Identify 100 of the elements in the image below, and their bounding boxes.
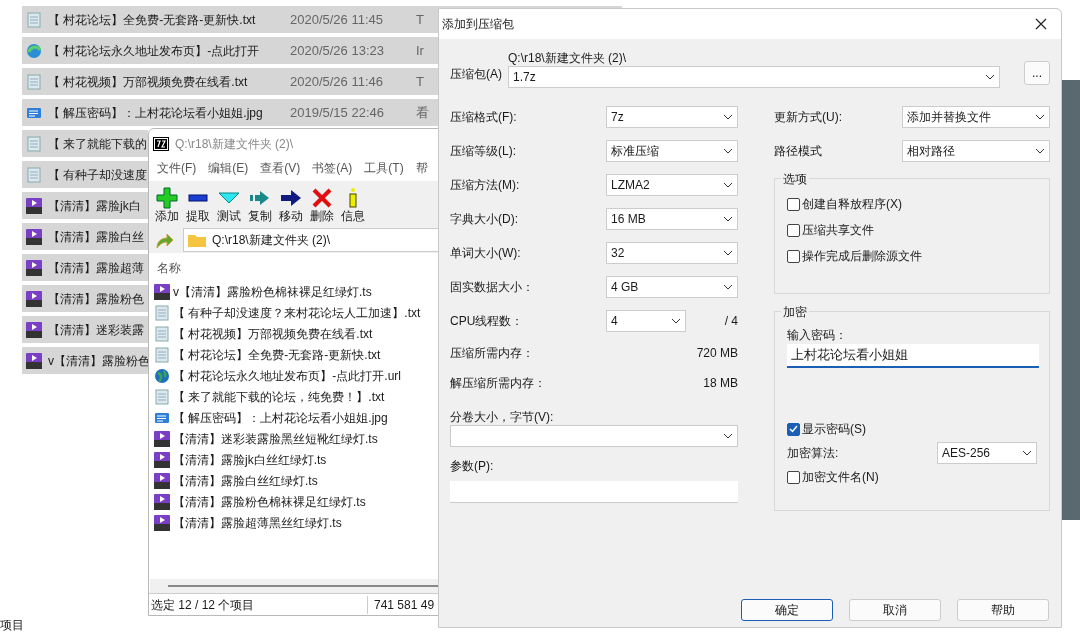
file-name: 【清清】露脸白丝红绿灯.ts [173, 472, 318, 490]
video-file-icon [26, 197, 42, 214]
toolbar-button[interactable]: 提取 [182, 187, 213, 223]
globe-icon [154, 367, 170, 384]
parameters-field[interactable] [450, 481, 738, 503]
dropdown[interactable]: 1.7z [508, 66, 1000, 88]
add-icon [155, 187, 178, 209]
checkbox[interactable]: 加密文件名(N) [787, 468, 1037, 486]
file-name: 【 村花论坛】全免费-无套路-更新快.txt [48, 11, 257, 29]
file-row[interactable]: 【清清】迷彩装露 [22, 316, 148, 343]
file-list-item[interactable]: 【清清】露脸超薄黑丝红绿灯.ts [149, 512, 447, 533]
file-list-item[interactable]: 【 村花视频】万部视频免费在线看.txt [149, 323, 447, 344]
browse-button[interactable]: ... [1024, 61, 1050, 85]
field-label: 更新方式(U): [774, 109, 842, 126]
video-file-icon [154, 493, 170, 510]
video-file-icon [154, 283, 170, 300]
file-name: 【清清】露脸jk白 [48, 197, 141, 215]
status-text: 项目 [0, 617, 24, 633]
file-date: 2019/5/15 22:46 [290, 103, 385, 122]
checkbox[interactable]: 显示密码(S) [787, 420, 1037, 438]
field-label: 参数(P): [450, 458, 495, 475]
group-title: 加密 [781, 303, 809, 321]
file-name: 【 村花论坛永久地址发布页】-点此打开 [48, 42, 261, 60]
dialog-button[interactable]: 取消 [849, 599, 941, 621]
file-row[interactable]: 【 来了就能下载的 [22, 130, 148, 157]
menu-item[interactable]: 文件(F) [157, 159, 197, 177]
address-text: Q:\r18\新建文件夹 (2)\ [212, 232, 330, 249]
file-list-item[interactable]: 【清清】迷彩装露脸黑丝短靴红绿灯.ts [149, 428, 447, 449]
dropdown[interactable]: LZMA2 [606, 174, 738, 196]
file-list-item[interactable]: 【 来了就能下载的论坛，纯免费！】.txt [149, 386, 447, 407]
toolbar-button[interactable]: 复制 [244, 187, 275, 223]
chevron-down-icon [723, 148, 733, 154]
toolbar-button[interactable]: 移动 [275, 187, 306, 223]
video-file-icon [154, 514, 170, 531]
file-name: 【 解压密码】：上村花论坛看小姐姐.jpg [48, 104, 264, 122]
file-row[interactable]: 【清清】露脸粉色 [22, 285, 148, 312]
file-list-item[interactable]: 【 村花论坛】全免费-无套路-更新快.txt [149, 344, 447, 365]
video-file-icon [26, 290, 42, 307]
delete-icon [310, 187, 333, 209]
password-field[interactable]: 上村花论坛看小姐姐 [787, 344, 1039, 368]
file-name: 【 村花论坛】全免费-无套路-更新快.txt [173, 346, 381, 364]
file-list-item[interactable]: 【 村花论坛永久地址发布页】-点此打开.url [149, 365, 447, 386]
video-file-icon [26, 259, 42, 276]
app-icon [153, 137, 169, 151]
file-list-item[interactable]: 【 解压密码】：上村花论坛看小姐姐.jpg [149, 407, 447, 428]
dropdown[interactable]: AES-256 [937, 442, 1037, 464]
file-list-item[interactable]: 【清清】露脸白丝红绿灯.ts [149, 470, 447, 491]
file-row[interactable]: 【清清】露脸超薄 [22, 254, 148, 281]
dropdown[interactable]: 7z [606, 106, 738, 128]
field-label: 压缩包(A) [450, 66, 502, 83]
dialog-button[interactable]: 确定 [741, 599, 833, 621]
dropdown[interactable] [450, 425, 738, 447]
chevron-down-icon [723, 284, 733, 290]
dropdown[interactable]: 32 [606, 242, 738, 264]
field-label: 加密算法: [787, 445, 839, 462]
file-row[interactable]: 【清清】露脸白丝 [22, 223, 148, 250]
text-file-icon [26, 135, 42, 152]
status-text: 选定 12 / 12 个项目 [150, 596, 256, 614]
menu-item[interactable]: 查看(V) [260, 159, 301, 177]
file-row[interactable]: 【清清】露脸jk白 [22, 192, 148, 219]
menu-item[interactable]: 工具(T) [364, 159, 404, 177]
dropdown[interactable]: 16 MB [606, 208, 738, 230]
checkbox[interactable]: 压缩共享文件 [787, 221, 1049, 239]
file-name: 【清清】露脸粉色棉袜裸足红绿灯.ts [173, 493, 366, 511]
file-name: 【清清】露脸粉色 [48, 290, 144, 308]
menu-item[interactable]: 编辑(E) [208, 159, 249, 177]
file-column: T [416, 71, 424, 92]
chevron-down-icon [1035, 114, 1045, 120]
checkbox[interactable]: 创建自释放程序(X) [787, 195, 1049, 213]
dialog-button[interactable]: 帮助 [957, 599, 1049, 621]
file-name: 【清清】露脸超薄黑丝红绿灯.ts [173, 514, 342, 532]
text-file-icon [26, 73, 42, 90]
checkbox[interactable]: 操作完成后删除源文件 [787, 247, 1049, 265]
video-file-icon [26, 352, 42, 369]
dropdown[interactable]: 标准压缩 [606, 140, 738, 162]
file-list-item[interactable]: 【 有种子却没速度？来村花论坛人工加速】.txt [149, 302, 447, 323]
file-name: 【 村花视频】万部视频免费在线看.txt [48, 73, 249, 91]
toolbar-button[interactable]: 信息 [337, 187, 368, 223]
file-date: 2020/5/26 11:45 [290, 10, 384, 29]
dropdown[interactable]: 相对路径 [902, 140, 1050, 162]
menu-item[interactable]: 书签(A) [312, 159, 353, 177]
dropdown[interactable]: 4 [606, 310, 686, 332]
dropdown[interactable]: 添加并替换文件 [902, 106, 1050, 128]
file-list-item[interactable]: 【清清】露脸粉色棉袜裸足红绿灯.ts [149, 491, 447, 512]
field-label: 压缩方法(M): [450, 177, 521, 194]
toolbar-button[interactable]: 删除 [306, 187, 337, 223]
file-list-item[interactable]: v【清清】露脸粉色棉袜裸足红绿灯.ts [149, 281, 447, 302]
dropdown[interactable]: 4 GB [606, 276, 738, 298]
field-label: 压缩格式(F): [450, 109, 518, 126]
file-list-item[interactable]: 【清清】露脸jk白丝红绿灯.ts [149, 449, 447, 470]
file-name: 【 来了就能下载的 [48, 135, 148, 153]
toolbar-button[interactable]: 测试 [213, 187, 244, 223]
file-name: 【清清】露脸白丝 [48, 228, 144, 246]
file-row[interactable]: 【 有种子却没速度 [22, 161, 148, 188]
field-label: 分卷大小，字节(V): [450, 409, 555, 425]
close-icon [1035, 18, 1047, 30]
chevron-down-icon [1022, 450, 1032, 456]
toolbar-button[interactable]: 添加 [151, 187, 182, 223]
menu-item[interactable]: 帮 [415, 159, 428, 177]
text-file-icon [154, 388, 170, 405]
